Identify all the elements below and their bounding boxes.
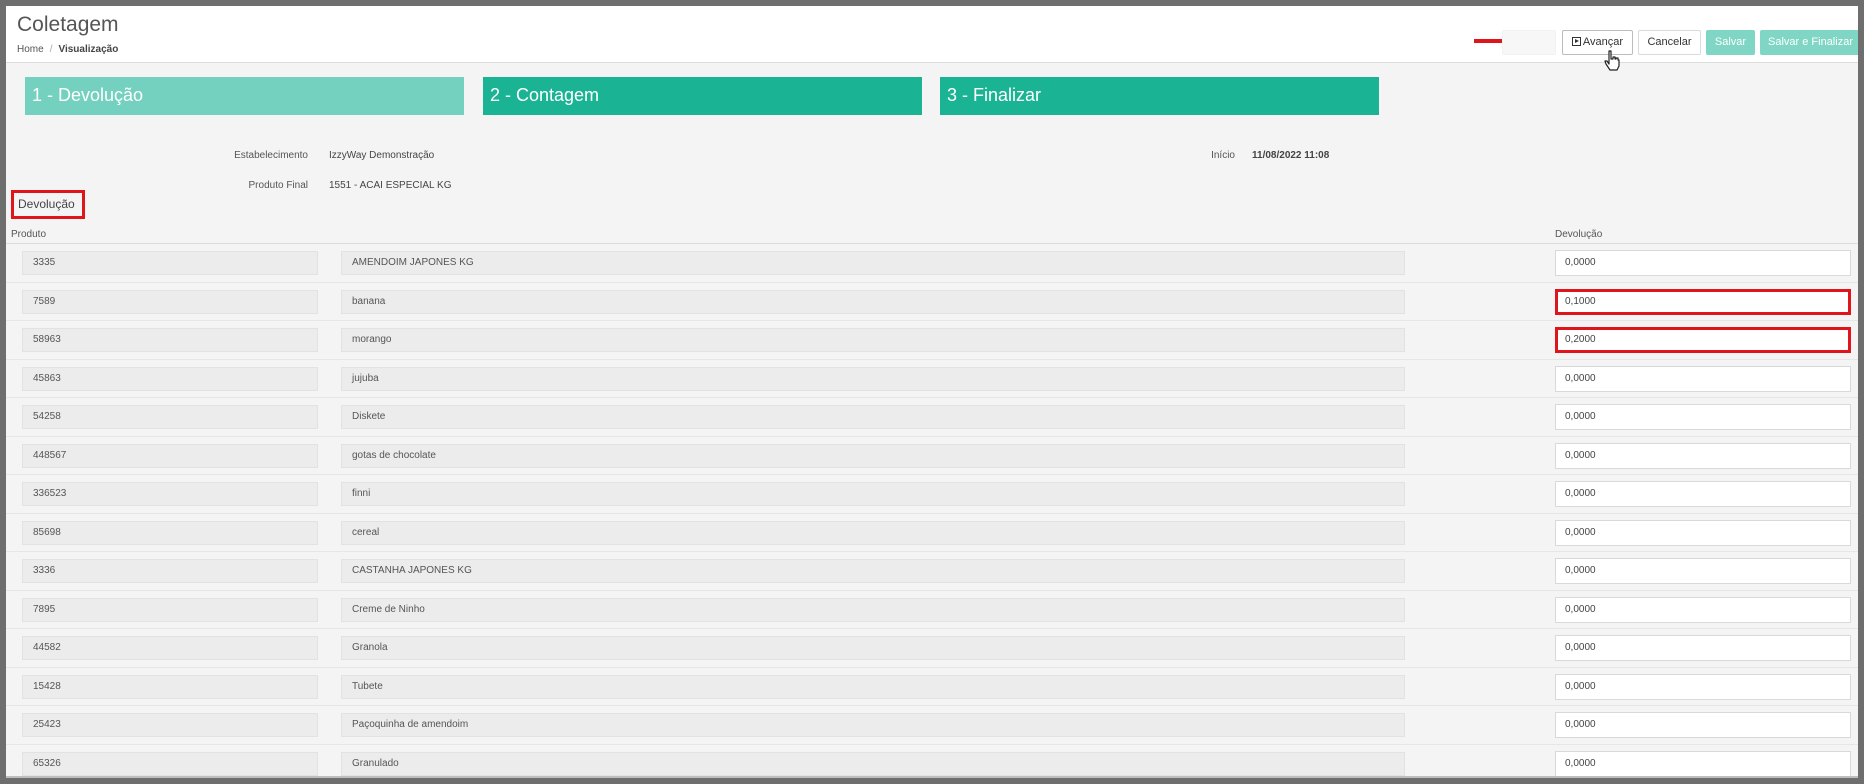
breadcrumb-separator: / — [49, 44, 53, 55]
app-frame: Coletagem Home / Visualização Avançar Canc… — [6, 6, 1858, 778]
table-row: 7895 Creme de Ninho 0,0000 — [6, 591, 1858, 629]
products-table: 3335 AMENDOIM JAPONES KG 0,0000 7589 banana 0… — [6, 243, 1858, 778]
step-contagem[interactable]: 2 - Contagem — [483, 77, 922, 115]
devolucao-quantity-input[interactable]: 0,0000 — [1555, 481, 1851, 507]
devolucao-quantity-input[interactable]: 0,0000 — [1555, 250, 1851, 276]
product-code-field: 85698 — [22, 520, 318, 545]
inicio-value: 11/08/2022 11:08 — [1252, 150, 1330, 161]
table-row: 85698 cereal 0,0000 — [6, 514, 1858, 552]
product-name-field: Paçoquinha de amendoim — [341, 713, 1405, 737]
avancar-button-label: Avançar — [1582, 36, 1624, 48]
product-code-field: 3336 — [22, 559, 318, 583]
devolucao-quantity-input[interactable]: 0,0000 — [1555, 519, 1851, 546]
step-devolucao[interactable]: 1 - Devolução — [25, 77, 464, 115]
devolucao-quantity-input[interactable]: 0,0000 — [1555, 365, 1851, 392]
avancar-button[interactable]: Avançar — [1562, 30, 1633, 55]
cancelar-button[interactable]: Cancelar — [1638, 30, 1701, 55]
table-row: 336523 finni 0,0000 — [6, 475, 1858, 514]
produto-final-value: 1551 - ACAI ESPECIAL KG — [329, 180, 452, 191]
devolucao-quantity-input[interactable]: 0,0000 — [1555, 596, 1851, 623]
devolucao-quantity-input[interactable]: 0,2000 — [1555, 327, 1851, 353]
product-name-field: CASTANHA JAPONES KG — [341, 559, 1405, 583]
step-finalizar[interactable]: 3 - Finalizar — [940, 77, 1379, 115]
salvar-button[interactable]: Salvar — [1706, 30, 1755, 55]
section-title-devolucao: Devolução — [11, 190, 85, 219]
breadcrumb-current: Visualização — [58, 44, 119, 55]
product-name-field: banana — [341, 289, 1405, 314]
column-header-devolucao: Devolução — [1555, 229, 1603, 240]
product-name-field: cereal — [341, 520, 1405, 545]
product-name-field: morango — [341, 328, 1405, 352]
table-row: 44582 Granola 0,0000 — [6, 629, 1858, 668]
product-name-field: Granola — [341, 636, 1405, 660]
product-name-field: Granulado — [341, 751, 1405, 776]
breadcrumb: Home / Visualização — [17, 44, 118, 55]
devolucao-quantity-input[interactable]: 0,0000 — [1555, 712, 1851, 738]
table-row: 448567 gotas de chocolate 0,0000 — [6, 437, 1858, 475]
breadcrumb-home-link[interactable]: Home — [17, 44, 44, 55]
devolucao-quantity-input[interactable]: 0,0000 — [1555, 750, 1851, 777]
product-code-field: 65326 — [22, 751, 318, 776]
product-name-field: Creme de Ninho — [341, 597, 1405, 622]
product-code-field: 448567 — [22, 443, 318, 468]
product-name-field: AMENDOIM JAPONES KG — [341, 251, 1405, 275]
hidden-button — [1502, 30, 1556, 55]
product-code-field: 7589 — [22, 289, 318, 314]
table-row: 3336 CASTANHA JAPONES KG 0,0000 — [6, 552, 1858, 591]
product-name-field: gotas de chocolate — [341, 443, 1405, 468]
devolucao-quantity-input[interactable]: 0,0000 — [1555, 442, 1851, 469]
product-name-field: finni — [341, 482, 1405, 506]
inicio-label: Início — [1211, 150, 1235, 161]
table-row: 25423 Paçoquinha de amendoim 0,0000 — [6, 706, 1858, 745]
page-title: Coletagem — [17, 13, 119, 36]
salvar-finalizar-button[interactable]: Salvar e Finalizar — [1760, 30, 1858, 55]
table-row: 7589 banana 0,1000 — [6, 283, 1858, 321]
product-code-field: 25423 — [22, 713, 318, 737]
product-code-field: 15428 — [22, 674, 318, 699]
devolucao-quantity-input[interactable]: 0,0000 — [1555, 558, 1851, 584]
devolucao-quantity-input[interactable]: 0,1000 — [1555, 288, 1851, 315]
estabelecimento-label: Estabelecimento — [234, 150, 308, 161]
produto-final-label: Produto Final — [248, 180, 308, 191]
estabelecimento-value: IzzyWay Demonstração — [329, 150, 435, 161]
product-code-field: 58963 — [22, 328, 318, 352]
hand-cursor-icon — [1604, 50, 1620, 71]
table-row: 65326 Granulado 0,0000 — [6, 745, 1858, 779]
devolucao-quantity-input[interactable]: 0,0000 — [1555, 635, 1851, 661]
product-code-field: 44582 — [22, 636, 318, 660]
product-name-field: Tubete — [341, 674, 1405, 699]
product-name-field: Diskete — [341, 405, 1405, 429]
product-code-field: 45863 — [22, 366, 318, 391]
table-row: 15428 Tubete 0,0000 — [6, 668, 1858, 706]
play-icon — [1571, 37, 1581, 46]
product-code-field: 54258 — [22, 405, 318, 429]
product-code-field: 7895 — [22, 597, 318, 622]
frame-bottom-border — [6, 776, 1858, 778]
devolucao-quantity-input[interactable]: 0,0000 — [1555, 404, 1851, 430]
table-row: 58963 morango 0,2000 — [6, 321, 1858, 360]
product-name-field: jujuba — [341, 366, 1405, 391]
product-code-field: 336523 — [22, 482, 318, 506]
table-row: 45863 jujuba 0,0000 — [6, 360, 1858, 398]
devolucao-quantity-input[interactable]: 0,0000 — [1555, 673, 1851, 700]
page-header: Coletagem Home / Visualização Avançar Canc… — [6, 6, 1858, 71]
table-row: 3335 AMENDOIM JAPONES KG 0,0000 — [6, 244, 1858, 283]
product-code-field: 3335 — [22, 251, 318, 275]
column-header-produto: Produto — [11, 229, 47, 240]
table-row: 54258 Diskete 0,0000 — [6, 398, 1858, 437]
